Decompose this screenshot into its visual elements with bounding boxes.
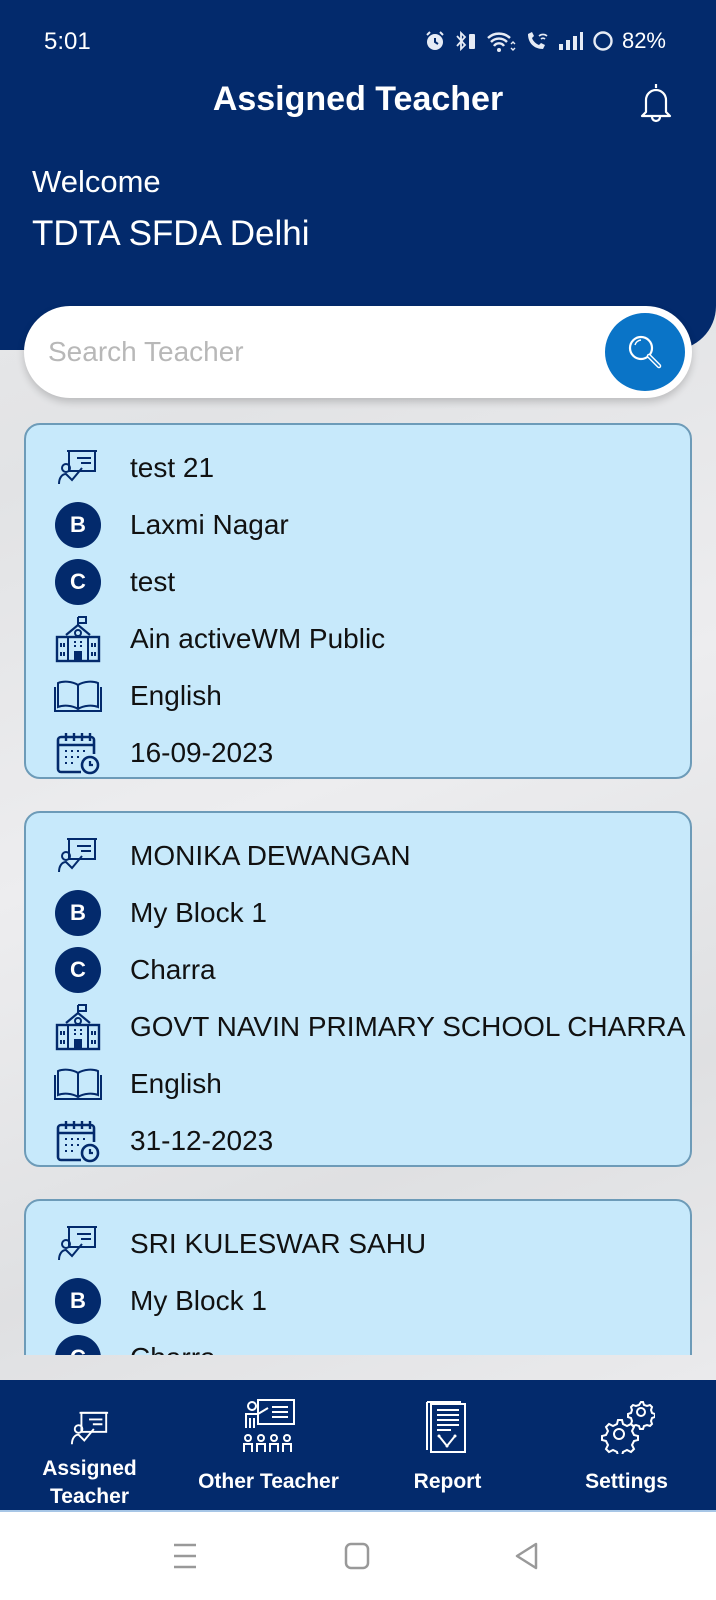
wifi-calling-icon — [527, 32, 548, 49]
battery-percent: 82% — [621, 28, 666, 53]
cluster-name: Charra — [130, 1342, 216, 1356]
school-icon — [55, 615, 101, 662]
date-row: 31-12-2023 — [26, 1112, 690, 1169]
teacher-name: SRI KULESWAR SAHU — [130, 1227, 427, 1259]
user-name: TDTA SFDA Delhi — [32, 214, 310, 253]
battery-icon — [593, 31, 613, 51]
block-badge-icon: B — [55, 501, 101, 548]
date-row: 16-09-2023 — [26, 724, 690, 781]
cluster-badge-icon: C — [55, 558, 101, 605]
subject-row: English — [26, 1055, 690, 1112]
page-title: Assigned Teacher — [212, 80, 504, 118]
teacher-list[interactable]: test 21 B Laxmi Nagar C test Ain activeW… — [24, 423, 692, 1355]
teacher-name: test 21 — [130, 451, 215, 483]
block-row: B Laxmi Nagar — [26, 496, 690, 553]
system-navigation-bar — [0, 1510, 716, 1600]
teacher-board-icon — [58, 449, 97, 484]
classroom-icon — [242, 1399, 295, 1452]
block-name: Laxmi Nagar — [130, 508, 289, 540]
book-icon — [54, 1068, 102, 1100]
block-badge-icon: B — [55, 889, 101, 936]
cluster-badge-icon: C — [55, 946, 101, 993]
search-icon — [628, 335, 662, 369]
cluster-badge-icon: C — [55, 1334, 101, 1355]
school-name: GOVT NAVIN PRIMARY SCHOOL CHARRA — [130, 1010, 686, 1042]
cluster-row: C Charra — [26, 1329, 690, 1355]
school-name: Ain activeWM Public — [130, 622, 386, 654]
nav-other-teacher[interactable]: Other Teacher — [179, 1380, 358, 1510]
nav-assigned-teacher[interactable]: Assigned Teacher — [0, 1380, 179, 1510]
nav-label: Report — [413, 1470, 482, 1493]
teacher-name-row: SRI KULESWAR SAHU — [26, 1215, 690, 1272]
teacher-board-icon — [58, 1225, 97, 1260]
block-badge-icon: B — [55, 1277, 101, 1324]
nav-label: Assigned Teacher — [42, 1457, 137, 1508]
home-square-icon — [344, 1542, 370, 1570]
header: 5:01 82% Assigned Teacher Welcome TDTA S… — [0, 0, 716, 350]
home-button[interactable] — [344, 1542, 370, 1575]
subject-name: English — [130, 1067, 222, 1099]
cluster-row: C Charra — [26, 941, 690, 998]
recent-apps-button[interactable] — [172, 1542, 198, 1575]
cluster-name: Charra — [130, 953, 216, 985]
teacher-card[interactable]: test 21 B Laxmi Nagar C test Ain activeW… — [24, 423, 692, 779]
teacher-card[interactable]: SRI KULESWAR SAHU B My Block 1 C Charra — [24, 1199, 692, 1355]
wifi-icon — [487, 32, 516, 52]
signal-icon — [558, 32, 583, 50]
block-name: My Block 1 — [130, 1284, 267, 1316]
block-row: B My Block 1 — [26, 884, 690, 941]
nav-report[interactable]: Report — [358, 1380, 537, 1510]
calendar-clock-icon — [56, 732, 100, 774]
school-row: Ain activeWM Public — [26, 610, 690, 667]
notification-button[interactable] — [634, 80, 678, 124]
back-triangle-icon — [515, 1542, 538, 1570]
back-button[interactable] — [514, 1542, 540, 1575]
bluetooth-icon — [456, 30, 475, 52]
date: 16-09-2023 — [130, 736, 274, 768]
nav-settings[interactable]: Settings — [537, 1380, 716, 1510]
school-row: GOVT NAVIN PRIMARY SCHOOL CHARRA — [26, 998, 690, 1055]
cluster-row: C test — [26, 553, 690, 610]
teacher-name-row: test 21 — [26, 439, 690, 496]
nav-label: Settings — [585, 1470, 668, 1493]
date: 31-12-2023 — [130, 1124, 274, 1156]
subject-row: English — [26, 667, 690, 724]
bottom-nav: Assigned Teacher Other Teacher Report Se… — [0, 1380, 716, 1510]
calendar-clock-icon — [56, 1120, 100, 1162]
search-input[interactable] — [48, 306, 608, 398]
search-button[interactable] — [602, 310, 688, 394]
block-name: My Block 1 — [130, 896, 267, 928]
status-bar: 5:01 82% — [0, 0, 716, 84]
settings-icon — [600, 1401, 655, 1454]
welcome-label: Welcome — [32, 164, 161, 199]
menu-icon — [174, 1543, 196, 1569]
teacher-board-icon — [70, 1412, 108, 1445]
nav-label: Other Teacher — [198, 1470, 339, 1493]
book-icon — [54, 680, 102, 712]
subject-name: English — [130, 679, 222, 711]
teacher-name-row: MONIKA DEWANGAN — [26, 827, 690, 884]
school-icon — [55, 1003, 101, 1050]
block-row: B My Block 1 — [26, 1272, 690, 1329]
teacher-board-icon — [58, 837, 97, 872]
report-icon — [425, 1401, 466, 1453]
teacher-name: MONIKA DEWANGAN — [130, 839, 411, 871]
status-icons: 82% — [424, 28, 666, 54]
bell-icon — [640, 84, 672, 123]
search-bar — [24, 306, 692, 398]
status-time: 5:01 — [44, 28, 91, 55]
alarm-icon — [426, 31, 444, 50]
teacher-card[interactable]: MONIKA DEWANGAN B My Block 1 C Charra GO… — [24, 811, 692, 1167]
cluster-name: test — [130, 565, 176, 597]
